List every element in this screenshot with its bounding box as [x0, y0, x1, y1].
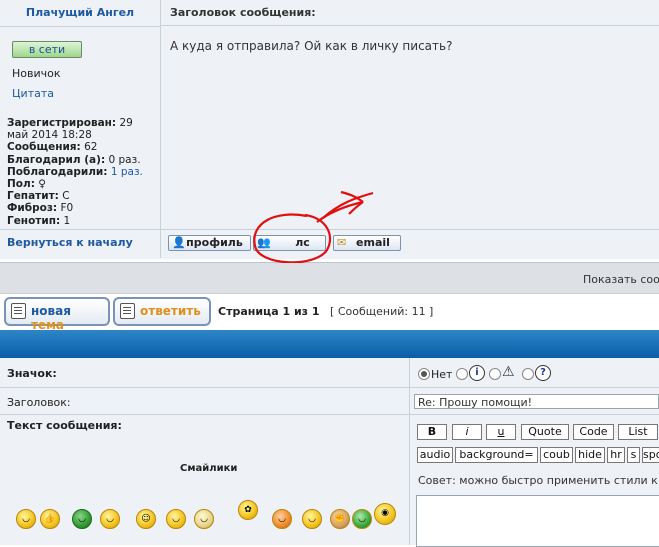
strike-button[interactable]: s	[627, 447, 640, 463]
hepatitis-label: Гепатит:	[7, 190, 59, 203]
formatting-tip: Совет: можно быстро применить стили к	[418, 474, 658, 487]
smiley-grin-icon[interactable]: ◡	[352, 509, 372, 529]
was-thanked-value[interactable]: 1 раз.	[111, 166, 143, 178]
quote-link[interactable]: Цитата	[12, 87, 54, 100]
reply-form-header	[0, 330, 659, 358]
topic-options-bar	[0, 263, 659, 294]
icon-radio-warning[interactable]	[489, 368, 501, 380]
gender-label: Пол:	[7, 178, 35, 191]
smiley-thumbsup-icon[interactable]: 👍	[40, 509, 60, 529]
smiley-wink-icon[interactable]: ◡	[100, 509, 120, 529]
icon-radio-info[interactable]	[456, 368, 468, 380]
posts-label: Сообщения:	[7, 141, 81, 154]
audio-button[interactable]: audio	[417, 447, 453, 463]
user-rank: Новичок	[12, 67, 61, 80]
document-icon	[11, 303, 26, 319]
profile-label: профиль	[186, 236, 243, 249]
icon-label: Значок:	[7, 367, 57, 380]
footer-divider	[160, 229, 161, 258]
hepatitis-value: С	[62, 190, 70, 203]
smiley-eyes-icon[interactable]: ◉	[374, 503, 396, 525]
back-to-top-link[interactable]: Вернуться к началу	[7, 236, 133, 249]
coub-button[interactable]: coub	[540, 447, 573, 463]
hr-button[interactable]: hr	[607, 447, 625, 463]
spoiler-button[interactable]: spo	[642, 447, 659, 463]
info-icon: i	[469, 365, 485, 381]
genotype-value: 1	[63, 214, 71, 227]
post-author[interactable]: Плачущий Ангел	[0, 0, 160, 27]
fibrosis-label: Фиброз:	[7, 202, 58, 215]
page-label: Страница 1 из 1	[218, 305, 320, 318]
question-icon: ?	[535, 365, 551, 381]
icon-radio-none[interactable]	[418, 368, 430, 380]
bold-button[interactable]: B	[417, 424, 447, 440]
list-button[interactable]: List	[618, 424, 658, 440]
smiley-fist-icon[interactable]: ✊	[330, 509, 350, 529]
messages-count: [ Сообщений: 11 ]	[330, 305, 434, 318]
profile-button[interactable]: 👤 профиль	[168, 235, 251, 251]
reply-button[interactable]: ответить	[113, 297, 211, 326]
smiley-orange-icon[interactable]: ◡	[272, 509, 292, 529]
italic-button[interactable]: i	[452, 424, 482, 440]
smiley-daisy-icon[interactable]: ✿	[238, 500, 258, 520]
user-stats: Зарегистрирован: 29 май 2014 18:28 Сообщ…	[7, 117, 157, 227]
message-textarea[interactable]	[416, 495, 659, 547]
subject-label: Заголовок:	[7, 396, 71, 409]
gender-value: ♀	[38, 178, 46, 191]
icon-radio-question[interactable]	[522, 368, 534, 380]
show-messages-label: Показать сооб	[583, 273, 659, 286]
form-divider	[0, 414, 659, 415]
red-annotation	[253, 190, 374, 264]
smiley-troll-icon[interactable]: ◡	[194, 509, 214, 529]
registered-label: Зарегистрирован:	[7, 117, 117, 129]
subject-input[interactable]: Re: Прошу помощи!	[414, 394, 659, 409]
smiley-smile-icon[interactable]: ◡	[166, 509, 186, 529]
text-label: Текст сообщения:	[7, 419, 122, 432]
smiley-laugh-icon[interactable]: ◡	[302, 509, 322, 529]
hide-button[interactable]: hide	[575, 447, 605, 463]
fibrosis-value: F0	[60, 202, 74, 215]
reply-label: ответить	[140, 304, 201, 318]
warning-icon: ⚠	[502, 364, 515, 380]
smiley-flower-icon[interactable]: ☺	[136, 509, 156, 529]
was-thanked-label: Поблагодарили:	[7, 165, 108, 178]
smiley-icon[interactable]: ◡	[16, 509, 36, 529]
underline-button[interactable]: u	[486, 424, 516, 440]
background-button[interactable]: background=	[455, 447, 538, 463]
form-divider	[0, 387, 659, 388]
thanked-value: 0 раз.	[108, 153, 141, 166]
code-button[interactable]: Code	[573, 424, 614, 440]
smilies-title: Смайлики	[180, 463, 238, 474]
pagination-info: Страница 1 из 1 [ Сообщений: 11 ]	[218, 305, 433, 318]
smiley-hat-icon[interactable]: ◡	[72, 509, 92, 529]
post-message: А куда я отправила? Ой как в личку писат…	[170, 39, 453, 53]
posts-value: 62	[84, 141, 98, 154]
new-topic-label-a: новая	[31, 304, 71, 318]
genotype-label: Генотип:	[7, 214, 61, 227]
new-topic-button[interactable]: новая тема	[4, 297, 110, 332]
thanked-label: Благодарил (а):	[7, 153, 106, 166]
icon-none-label: Нет	[431, 368, 453, 381]
online-status-button[interactable]: в сети	[12, 41, 82, 58]
post-subject-header: Заголовок сообщения:	[161, 0, 659, 26]
document-icon	[120, 303, 135, 319]
quote-button[interactable]: Quote	[521, 424, 569, 440]
